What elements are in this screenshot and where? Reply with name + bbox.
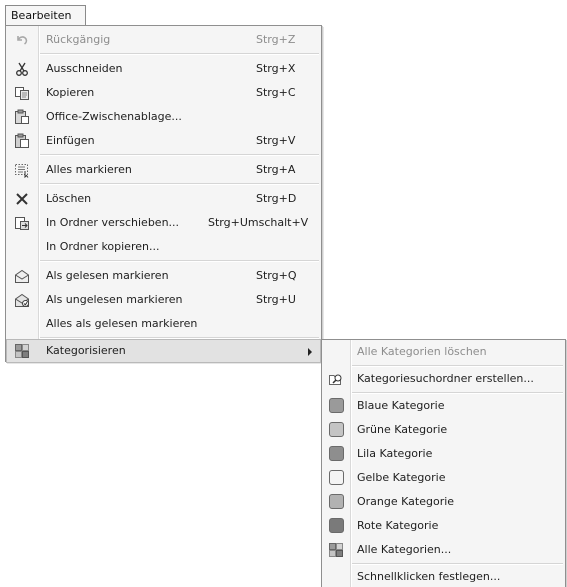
- clear-all-categories-item[interactable]: Alle Kategorien löschen: [322, 340, 565, 364]
- envelope-unread-icon: [14, 292, 30, 308]
- office-clipboard-menu-item[interactable]: Office-Zwischenablage...: [6, 105, 321, 129]
- categories-grid-icon: [14, 343, 30, 359]
- separator: [40, 53, 319, 55]
- select-all-shortcut: Strg+A: [256, 163, 296, 176]
- set-quick-click-label: Schnellklicken festlegen...: [357, 570, 501, 583]
- category-label: Grüne Kategorie: [357, 423, 448, 436]
- cut-shortcut: Strg+X: [256, 62, 296, 75]
- set-quick-click-item[interactable]: Schnellklicken festlegen...: [322, 565, 565, 587]
- category-color-swatch-icon: [329, 398, 344, 413]
- mark-unread-label: Als ungelesen markieren: [46, 293, 183, 306]
- copy-icon: [14, 85, 30, 101]
- create-category-search-folder-item[interactable]: Kategoriesuchordner erstellen...: [322, 367, 565, 391]
- move-to-folder-shortcut: Strg+Umschalt+V: [208, 216, 309, 229]
- all-categories-label: Alle Kategorien...: [357, 543, 452, 556]
- clipboard-icon: [14, 109, 30, 125]
- category-color-swatch-icon: [329, 446, 344, 461]
- category-label: Gelbe Kategorie: [357, 471, 446, 484]
- copy-shortcut: Strg+C: [256, 86, 296, 99]
- envelope-open-icon: [14, 268, 30, 284]
- clear-all-categories-label: Alle Kategorien löschen: [357, 345, 487, 358]
- move-to-folder-menu-item[interactable]: In Ordner verschieben... Strg+Umschalt+V: [6, 211, 321, 235]
- create-category-search-folder-label: Kategoriesuchordner erstellen...: [357, 372, 534, 385]
- categories-grid-icon: [328, 542, 344, 558]
- move-to-folder-label: In Ordner verschieben...: [46, 216, 180, 229]
- edit-menu: Rückgängig Strg+Z Ausschneiden Strg+X Ko…: [5, 25, 322, 363]
- office-clipboard-label: Office-Zwischenablage...: [46, 110, 182, 123]
- category-item-orange[interactable]: Orange Kategorie: [322, 490, 565, 514]
- category-color-swatch-icon: [329, 494, 344, 509]
- paste-shortcut: Strg+V: [256, 134, 296, 147]
- undo-label: Rückgängig: [46, 33, 111, 46]
- delete-menu-item[interactable]: Löschen Strg+D: [6, 187, 321, 211]
- paste-icon: [14, 133, 30, 149]
- separator: [40, 154, 319, 156]
- category-color-swatch-icon: [329, 518, 344, 533]
- select-all-icon: [14, 162, 30, 178]
- menu-bearbeiten[interactable]: Bearbeiten: [5, 5, 86, 25]
- mark-all-read-menu-item[interactable]: Alles als gelesen markieren: [6, 312, 321, 336]
- submenu-arrow-icon: [308, 348, 312, 356]
- category-item-purple[interactable]: Lila Kategorie: [322, 442, 565, 466]
- cut-label: Ausschneiden: [46, 62, 123, 75]
- select-all-menu-item[interactable]: Alles markieren Strg+A: [6, 158, 321, 182]
- category-color-swatch-icon: [329, 470, 344, 485]
- category-color-swatch-icon: [329, 422, 344, 437]
- separator: [40, 260, 319, 262]
- category-item-yellow[interactable]: Gelbe Kategorie: [322, 466, 565, 490]
- category-item-red[interactable]: Rote Kategorie: [322, 514, 565, 538]
- categorize-menu-item[interactable]: Kategorisieren: [6, 339, 321, 363]
- mark-unread-shortcut: Strg+U: [256, 293, 296, 306]
- copy-label: Kopieren: [46, 86, 95, 99]
- search-folder-icon: [328, 371, 344, 387]
- delete-shortcut: Strg+D: [256, 192, 297, 205]
- select-all-label: Alles markieren: [46, 163, 132, 176]
- mark-read-label: Als gelesen markieren: [46, 269, 169, 282]
- scissors-icon: [14, 61, 30, 77]
- mark-all-read-label: Alles als gelesen markieren: [46, 317, 198, 330]
- category-label: Orange Kategorie: [357, 495, 455, 508]
- delete-label: Löschen: [46, 192, 92, 205]
- category-item-green[interactable]: Grüne Kategorie: [322, 418, 565, 442]
- copy-to-folder-label: In Ordner kopieren...: [46, 240, 160, 253]
- category-label: Blaue Kategorie: [357, 399, 445, 412]
- cut-menu-item[interactable]: Ausschneiden Strg+X: [6, 57, 321, 81]
- mark-read-shortcut: Strg+Q: [256, 269, 297, 282]
- paste-label: Einfügen: [46, 134, 95, 147]
- categorize-label: Kategorisieren: [46, 344, 126, 357]
- mark-read-menu-item[interactable]: Als gelesen markieren Strg+Q: [6, 264, 321, 288]
- undo-icon: [14, 32, 30, 48]
- move-to-folder-icon: [14, 215, 30, 231]
- categorize-submenu: Alle Kategorien löschen Kategoriesuchord…: [321, 339, 566, 587]
- mark-unread-menu-item[interactable]: Als ungelesen markieren Strg+U: [6, 288, 321, 312]
- undo-menu-item[interactable]: Rückgängig Strg+Z: [6, 28, 321, 52]
- category-label: Rote Kategorie: [357, 519, 439, 532]
- copy-to-folder-menu-item[interactable]: In Ordner kopieren...: [6, 235, 321, 259]
- category-label: Lila Kategorie: [357, 447, 433, 460]
- delete-x-icon: [14, 191, 30, 207]
- paste-menu-item[interactable]: Einfügen Strg+V: [6, 129, 321, 153]
- undo-shortcut: Strg+Z: [256, 33, 296, 46]
- menu-bearbeiten-label: Bearbeiten: [11, 9, 72, 22]
- separator: [40, 183, 319, 185]
- category-item-blue[interactable]: Blaue Kategorie: [322, 394, 565, 418]
- copy-menu-item[interactable]: Kopieren Strg+C: [6, 81, 321, 105]
- all-categories-item[interactable]: Alle Kategorien...: [322, 538, 565, 562]
